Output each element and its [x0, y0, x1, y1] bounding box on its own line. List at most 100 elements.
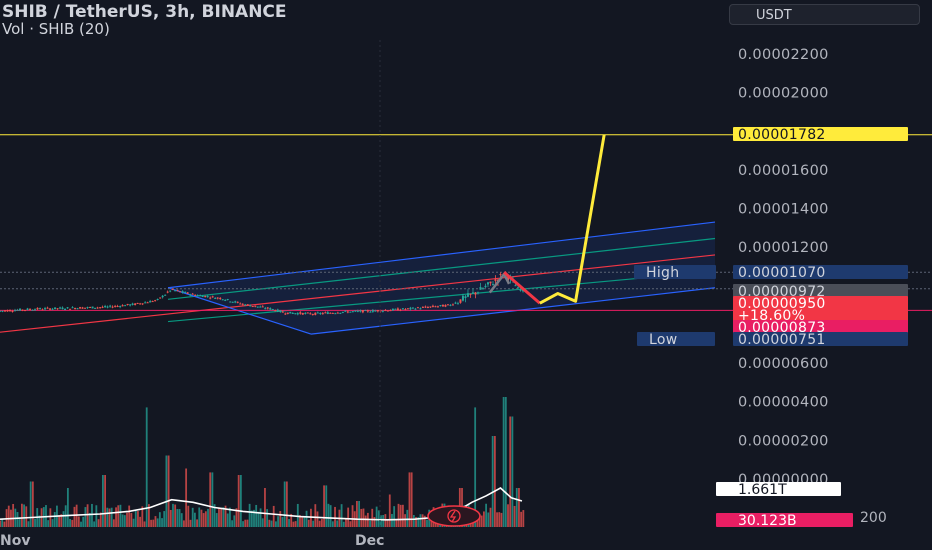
volume-bar [294, 521, 297, 527]
price-chart[interactable]: 0.00002200 0.00002000 0.00001600 0.00001400… [0, 0, 932, 550]
candle-body [104, 306, 107, 308]
volume-bar [191, 507, 194, 527]
candle-body [359, 310, 362, 312]
candle-body [16, 309, 19, 311]
volume-bar [222, 507, 225, 527]
candle-body [256, 306, 259, 308]
candle-body [464, 296, 467, 299]
price-label-low-label: Low [649, 332, 677, 348]
candle-body [44, 308, 47, 310]
candle-body [11, 311, 14, 313]
candle-body [106, 306, 109, 308]
candle-body [69, 308, 72, 310]
candle-body [249, 305, 252, 307]
volume-bar [248, 503, 251, 527]
volume-bar [364, 515, 367, 527]
candle-body [411, 307, 414, 309]
price-label-high: 0.00001070 [738, 265, 826, 281]
candle-body [111, 306, 114, 308]
candle-body [339, 312, 342, 314]
axis-tick-label: 200 [860, 510, 887, 526]
volume-bar [165, 455, 168, 527]
replay-button[interactable] [427, 505, 481, 527]
candle-body [426, 307, 429, 309]
candle-body [119, 306, 122, 308]
candle-body [469, 293, 472, 295]
candle-body [151, 301, 154, 303]
volume-bar [281, 517, 284, 527]
candle-body [374, 310, 377, 312]
volume-bar [110, 507, 113, 527]
candle-body [304, 312, 307, 314]
candle-body [49, 308, 52, 310]
candle-body [64, 309, 67, 311]
candle-body [486, 282, 489, 285]
volume-bar [360, 508, 363, 527]
candle-body [254, 305, 257, 307]
volume-bar [334, 506, 336, 527]
volume-bar [102, 475, 104, 527]
volume-bar [257, 511, 260, 527]
volume-bar [106, 507, 109, 527]
candle-body [449, 304, 452, 306]
volume-bar [97, 519, 100, 527]
candle-body [34, 309, 37, 311]
candle-body [326, 312, 329, 314]
volume-bar [255, 504, 258, 527]
candle-body [284, 313, 287, 315]
volume-bar [502, 397, 505, 527]
volume-bar [393, 506, 396, 527]
candle-body [414, 308, 417, 310]
volume-bar [303, 516, 306, 527]
currency-selector[interactable]: USDT [729, 4, 920, 25]
volume-bar [189, 519, 192, 527]
volume-bar [318, 520, 321, 527]
candle-body [224, 299, 227, 301]
volume-bar [388, 494, 391, 527]
candle-body [99, 307, 102, 309]
candle-body [424, 306, 427, 308]
candle-body [159, 297, 162, 299]
volume-indicator-title[interactable]: Vol · SHIB (20) [2, 20, 110, 38]
volume-bar [325, 485, 328, 527]
volume-bar [316, 511, 319, 527]
volume-bar [132, 518, 135, 527]
volume-bar [209, 472, 212, 527]
volume-bar [288, 519, 290, 527]
volume-bar [329, 505, 332, 527]
volume-bar [200, 509, 203, 527]
volume-bar [121, 514, 124, 527]
volume-bar [507, 504, 509, 527]
candle-body [84, 307, 87, 309]
volume-bar [163, 511, 166, 527]
candle-body [81, 307, 84, 309]
volume-bar [493, 436, 496, 527]
candle-body [404, 309, 407, 311]
volume-bar [233, 515, 236, 527]
candle-body [121, 305, 124, 307]
candle-body [109, 305, 112, 307]
candle-body [419, 308, 422, 310]
volume-bar [198, 507, 201, 527]
volume-bar [382, 515, 385, 527]
candle-body [136, 302, 139, 304]
candle-body [384, 310, 387, 312]
candle-body [144, 302, 147, 304]
candle-body [514, 285, 517, 287]
candle-body [4, 310, 7, 312]
volume-bar [23, 504, 25, 527]
axis-tick-label: 0.00000400 [738, 395, 829, 411]
candle-body [179, 291, 182, 293]
volume-bar [183, 520, 185, 527]
candle-body [381, 310, 384, 312]
candle-body [269, 308, 272, 310]
candle-body [96, 307, 99, 309]
candle-body [234, 301, 237, 303]
candle-body [116, 306, 119, 308]
candle-body [126, 303, 129, 305]
candle-body [19, 308, 22, 311]
symbol-title[interactable]: SHIB / TetherUS, 3h, BINANCE [2, 2, 287, 22]
volume-bar [244, 519, 247, 527]
candle-body [221, 299, 224, 301]
candle-body [271, 308, 274, 310]
